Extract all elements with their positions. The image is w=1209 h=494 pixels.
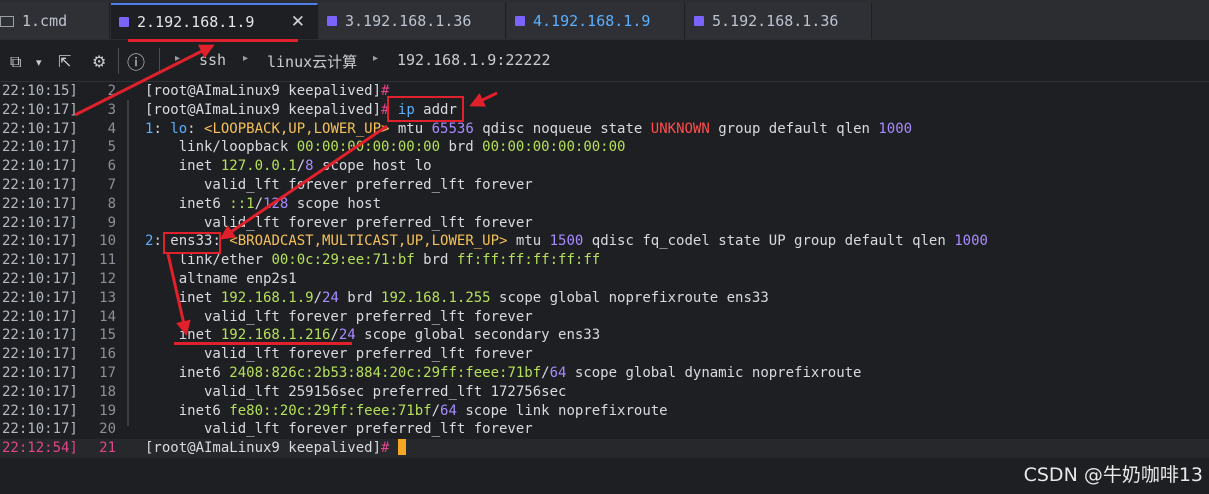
tab-label: 3.192.168.1.36 — [345, 12, 472, 30]
line-text: link/loopback 00:00:00:00:00:00 brd 00:0… — [145, 139, 626, 156]
divider — [159, 48, 160, 74]
watermark: CSDN @牛奶咖啡13 — [1023, 464, 1203, 486]
session-icon — [694, 16, 704, 26]
line-number: 5 — [107, 139, 116, 156]
line-number: 16 — [99, 346, 116, 363]
tab-label: 1.cmd — [22, 12, 68, 30]
breadcrumb-arrow-icon: ▸ — [175, 53, 181, 64]
line-text: 1: lo: <LOOPBACK,UP,LOWER_UP> mtu 65536 … — [145, 120, 913, 137]
line-number: 2 — [107, 83, 116, 99]
divider — [118, 48, 119, 74]
new-session-icon[interactable]: ⧉ — [10, 52, 21, 72]
line-number: 9 — [107, 214, 116, 231]
terminal-line: 22:10:17] 8 inet6 ::1/128 scope host — [0, 195, 1209, 214]
line-number: 3 — [107, 101, 116, 118]
line-text: [root@AImaLinux9 keepalived]# — [145, 83, 390, 99]
terminal-line: 22:10:17] 7 valid_lft forever preferred_l… — [0, 176, 1209, 195]
line-text: altname enp2s1 — [145, 271, 297, 287]
tab-5[interactable]: 5.192.168.1.36 — [686, 3, 872, 39]
tab-2-active[interactable]: 2.192.168.1.9 ✕ — [111, 3, 318, 39]
line-text: valid_lft 259156sec preferred_lft 172756… — [145, 383, 567, 400]
tab-4[interactable]: 4.192.168.1.9 — [507, 3, 685, 39]
line-number: 4 — [107, 120, 116, 137]
terminal-icon — [0, 15, 14, 27]
line-text: inet6 fe80::20c:29ff:feee:71bf/64 scope … — [145, 402, 668, 419]
terminal-line: 22:10:17] 18 valid_lft 259156sec preferre… — [0, 383, 1209, 402]
breadcrumb-arrow-icon: ▸ — [243, 53, 249, 64]
line-number: 7 — [107, 177, 116, 193]
line-text: 2: ens33: <BROADCAST,MULTICAST,UP,LOWER_… — [145, 233, 988, 250]
line-number: 14 — [99, 308, 116, 325]
terminal-line: 22:12:54] 21 [root@AImaLinux9 keepalived]# — [0, 439, 1209, 459]
terminal-line: 22:10:17] 20 valid_lft forever preferred_… — [0, 420, 1209, 439]
line-text: inet 192.168.1.9/24 brd 192.168.1.255 sc… — [145, 289, 769, 306]
terminal-line: 22:10:17] 14 valid_lft forever preferred_… — [0, 308, 1209, 327]
line-number: 21 — [99, 440, 116, 457]
terminal-line: 22:10:17] 17 inet6 2408:826c:2b53:884:20c… — [0, 364, 1209, 383]
line-number: 18 — [99, 383, 116, 400]
breadcrumb-ssh[interactable]: ssh — [199, 51, 226, 69]
annotation-box-ip-addr — [387, 96, 464, 122]
info-icon[interactable]: ⓘ — [127, 49, 145, 75]
terminal-line: 22:10:17] 19 inet6 fe80::20c:29ff:feee:71… — [0, 402, 1209, 421]
terminal-line: 22:10:17] 11 link/ether 00:0c:29:ee:71:bf… — [0, 251, 1209, 270]
line-number: 20 — [99, 421, 116, 438]
session-icon — [119, 17, 129, 27]
line-number: 12 — [99, 271, 116, 287]
breadcrumb-arrow-icon: ▸ — [373, 53, 379, 64]
fold-gutter — [127, 100, 129, 426]
terminal-line: 22:10:17] 3 [root@AImaLinux9 keepalived]# … — [0, 101, 1209, 120]
text-cursor — [397, 439, 406, 456]
annotation-underline-tab — [128, 39, 298, 42]
annotation-box-ens33 — [163, 232, 221, 254]
terminal-line: 22:10:17] 9 valid_lft forever preferred_l… — [0, 214, 1209, 233]
line-number: 11 — [99, 252, 116, 269]
breadcrumb-group[interactable]: linux云计算 — [267, 51, 357, 72]
line-text: inet6 2408:826c:2b53:884:20c:29ff:feee:7… — [145, 365, 862, 381]
terminal-line: 22:10:17] 13 inet 192.168.1.9/24 brd 192.… — [0, 289, 1209, 308]
terminal-line: 22:10:17] 5 link/loopback 00:00:00:00:00:… — [0, 138, 1209, 157]
tab-label: 2.192.168.1.9 — [137, 13, 255, 31]
terminal-output[interactable]: 22:10:15] 2 [root@AImaLinux9 keepalived]# 2… — [0, 82, 1209, 494]
line-number: 10 — [99, 233, 116, 250]
line-number: 15 — [99, 327, 116, 344]
session-icon — [515, 16, 525, 26]
tab-3[interactable]: 3.192.168.1.36 — [319, 3, 506, 39]
close-icon[interactable]: ✕ — [291, 12, 305, 32]
terminal-line: 22:10:15] 2 [root@AImaLinux9 keepalived]# — [0, 82, 1209, 101]
tab-label: 5.192.168.1.36 — [712, 12, 839, 30]
line-number: 19 — [99, 402, 116, 419]
line-number: 6 — [107, 158, 116, 175]
tab-label: 4.192.168.1.9 — [533, 12, 651, 30]
line-text: valid_lft forever preferred_lft forever — [145, 421, 533, 438]
session-icon — [327, 16, 337, 26]
line-number: 13 — [99, 289, 116, 306]
tab-bar: 1.cmd 2.192.168.1.9 ✕ 3.192.168.1.36 4.1… — [0, 0, 1209, 40]
terminal-line: 22:10:17] 6 inet 127.0.0.1/8 scope host l… — [0, 157, 1209, 176]
terminal-line: 22:10:17] 12 altname enp2s1 — [0, 270, 1209, 289]
line-text: valid_lft forever preferred_lft forever — [145, 308, 533, 325]
breadcrumb-host[interactable]: 192.168.1.9:22222 — [397, 51, 551, 69]
line-text: link/ether 00:0c:29:ee:71:bf brd ff:ff:f… — [145, 252, 601, 269]
terminal-line: 22:10:17] 4 1: lo: <LOOPBACK,UP,LOWER_UP> … — [0, 120, 1209, 139]
annotation-underline-vip — [174, 342, 352, 345]
toolbar: ⧉ ▾ ⇱ ⚙ ⓘ ▸ ssh ▸ linux云计算 ▸ 192.168.1.9… — [0, 40, 1209, 82]
chevron-down-icon[interactable]: ▾ — [36, 56, 42, 69]
line-text: valid_lft forever preferred_lft forever — [145, 177, 533, 193]
line-text: inet 127.0.0.1/8 scope host lo — [145, 158, 432, 175]
line-text: [root@AImaLinux9 keepalived]# — [145, 439, 406, 458]
terminal-line: 22:10:17] 16 valid_lft forever preferred_… — [0, 345, 1209, 364]
line-number: 8 — [107, 195, 116, 212]
line-text: inet6 ::1/128 scope host — [145, 195, 382, 212]
split-icon[interactable]: ⚙ — [92, 52, 106, 71]
detach-icon[interactable]: ⇱ — [58, 52, 71, 71]
tab-1-cmd[interactable]: 1.cmd — [0, 3, 110, 39]
line-number: 17 — [99, 365, 116, 381]
line-text: valid_lft forever preferred_lft forever — [145, 346, 533, 363]
line-text: valid_lft forever preferred_lft forever — [145, 214, 533, 231]
